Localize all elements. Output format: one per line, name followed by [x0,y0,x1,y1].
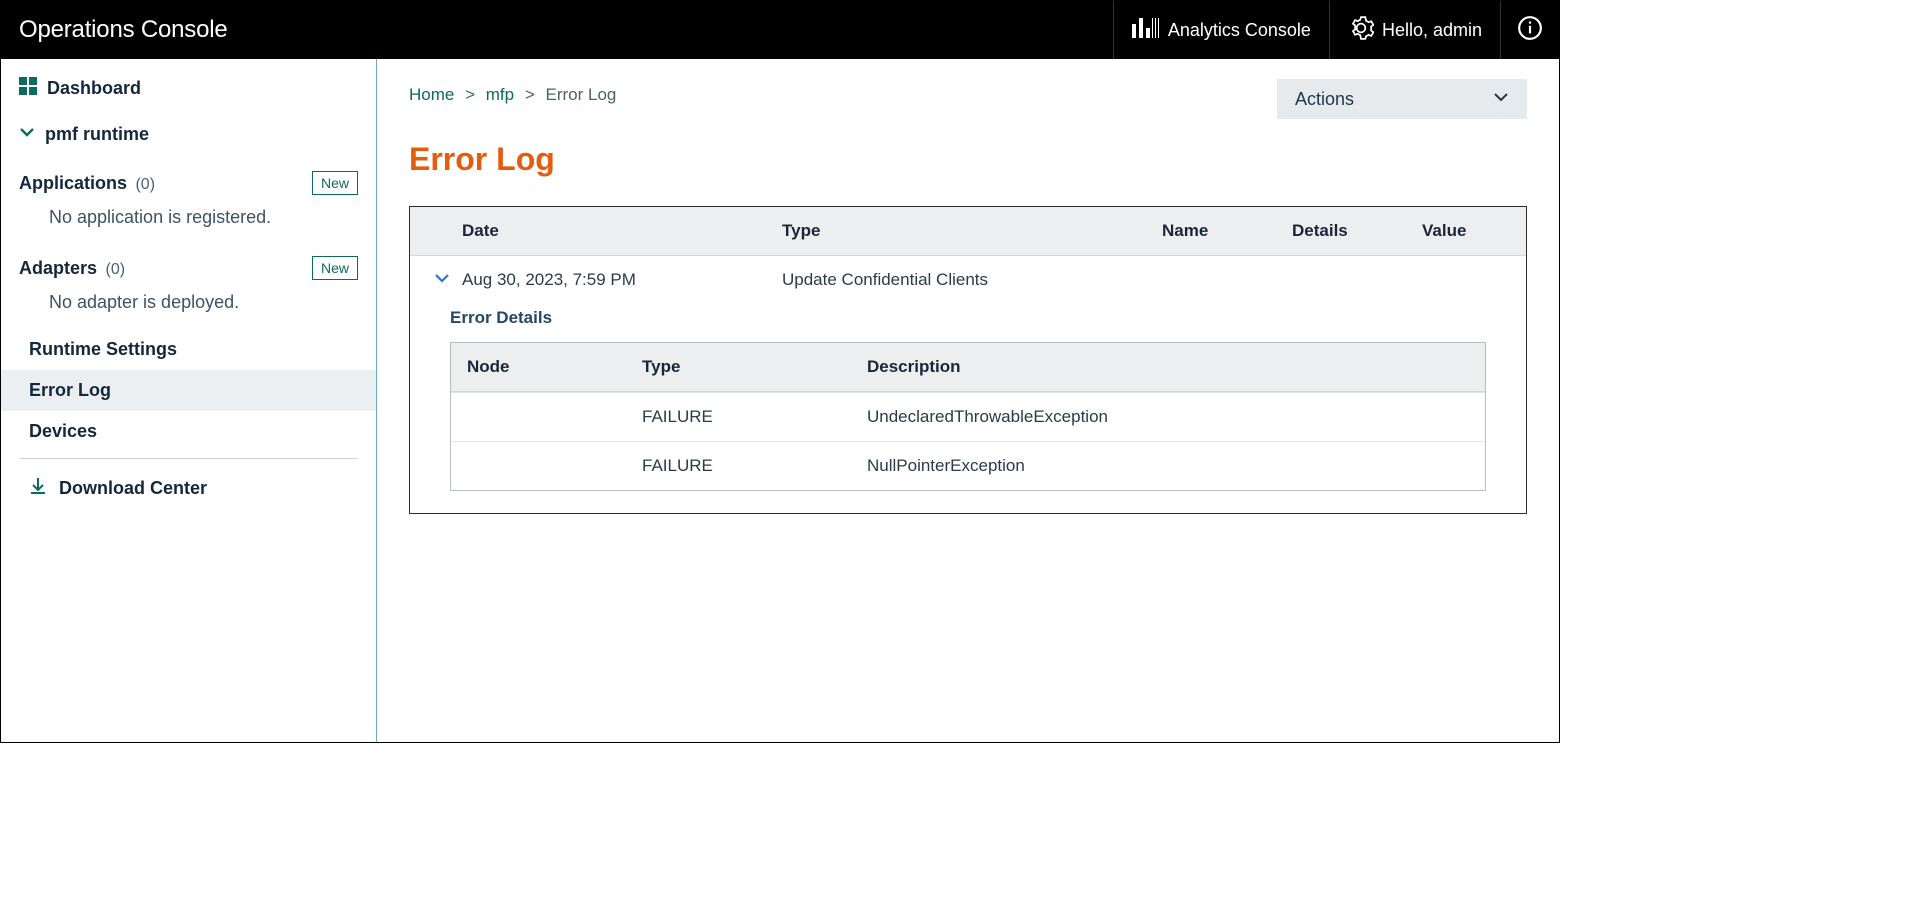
hello-admin-label: Hello, admin [1382,20,1482,41]
applications-count: (0) [135,176,155,193]
cell-type: Update Confidential Clients [782,270,1162,290]
error-details-table: Node Type Description FAILURE Undeclared… [450,342,1486,491]
applications-label: Applications [19,173,127,193]
actions-label: Actions [1295,89,1354,110]
actions-dropdown[interactable]: Actions [1277,79,1527,119]
dashboard-label: Dashboard [47,78,141,99]
dashboard-icon [19,77,37,100]
user-menu[interactable]: Hello, admin [1329,1,1500,59]
details-row: FAILURE NullPointerException [451,441,1485,490]
breadcrumb-home[interactable]: Home [409,85,454,104]
new-adapter-button[interactable]: New [312,256,358,280]
sidebar-divider [19,458,358,459]
error-details-title: Error Details [450,300,1486,342]
details-row: FAILURE UndeclaredThrowableException [451,392,1485,441]
breadcrumb-mfp[interactable]: mfp [486,85,514,104]
dcol-desc: Description [867,357,1469,377]
cell-desc: NullPointerException [867,456,1469,476]
sidebar-item-adapters[interactable]: Adapters (0) New [19,244,358,286]
download-center-label: Download Center [59,478,207,499]
info-button[interactable] [1500,1,1559,59]
adapters-empty-text: No adapter is deployed. [19,286,358,329]
col-details: Details [1292,221,1422,241]
col-type: Type [782,221,1162,241]
cell-type: FAILURE [642,407,867,427]
sidebar-item-runtime[interactable]: pmf runtime [1,110,376,159]
sidebar-item-devices[interactable]: Devices [1,411,376,452]
cell-desc: UndeclaredThrowableException [867,407,1469,427]
sidebar-item-runtime-settings[interactable]: Runtime Settings [1,329,376,370]
app-title: Operations Console [1,1,246,59]
analytics-console-label: Analytics Console [1168,20,1311,41]
topbar: Operations Console Analytics Console Hel… [1,1,1559,59]
cell-type: FAILURE [642,456,867,476]
table-header: Date Type Name Details Value [410,207,1526,256]
page-title: Error Log [409,141,1527,178]
bar-chart-icon [1132,18,1160,43]
adapters-label: Adapters [19,258,97,278]
sidebar-item-dashboard[interactable]: Dashboard [1,67,376,110]
runtime-label: pmf runtime [45,124,149,145]
main-content: Home > mfp > Error Log Actions Error Log… [377,59,1559,742]
sidebar-item-error-log[interactable]: Error Log [1,370,376,411]
sidebar-item-applications[interactable]: Applications (0) New [19,159,358,201]
dcol-type: Type [642,357,867,377]
col-date: Date [462,221,782,241]
adapters-count: (0) [105,261,125,278]
col-name: Name [1162,221,1292,241]
cell-date: Aug 30, 2023, 7:59 PM [462,270,782,290]
cell-node [467,456,642,476]
sidebar-item-download-center[interactable]: Download Center [1,465,376,512]
info-icon [1517,15,1543,46]
dcol-node: Node [467,357,642,377]
table-row: Aug 30, 2023, 7:59 PM Update Confidentia… [410,256,1526,300]
chevron-down-icon [1493,89,1509,110]
breadcrumb-current: Error Log [546,85,617,104]
breadcrumb: Home > mfp > Error Log [409,79,616,105]
col-value: Value [1422,221,1522,241]
chevron-down-icon [19,124,35,145]
error-details: Error Details Node Type Description FAIL… [410,300,1526,513]
expand-row-toggle[interactable] [422,270,462,290]
new-application-button[interactable]: New [312,171,358,195]
applications-empty-text: No application is registered. [19,201,358,244]
sidebar: Dashboard pmf runtime Applications (0) N… [1,59,377,742]
error-log-table: Date Type Name Details Value Aug 30, 202… [409,206,1527,514]
download-icon [29,477,47,500]
cell-node [467,407,642,427]
analytics-console-link[interactable]: Analytics Console [1113,1,1329,59]
gear-icon [1348,15,1374,46]
